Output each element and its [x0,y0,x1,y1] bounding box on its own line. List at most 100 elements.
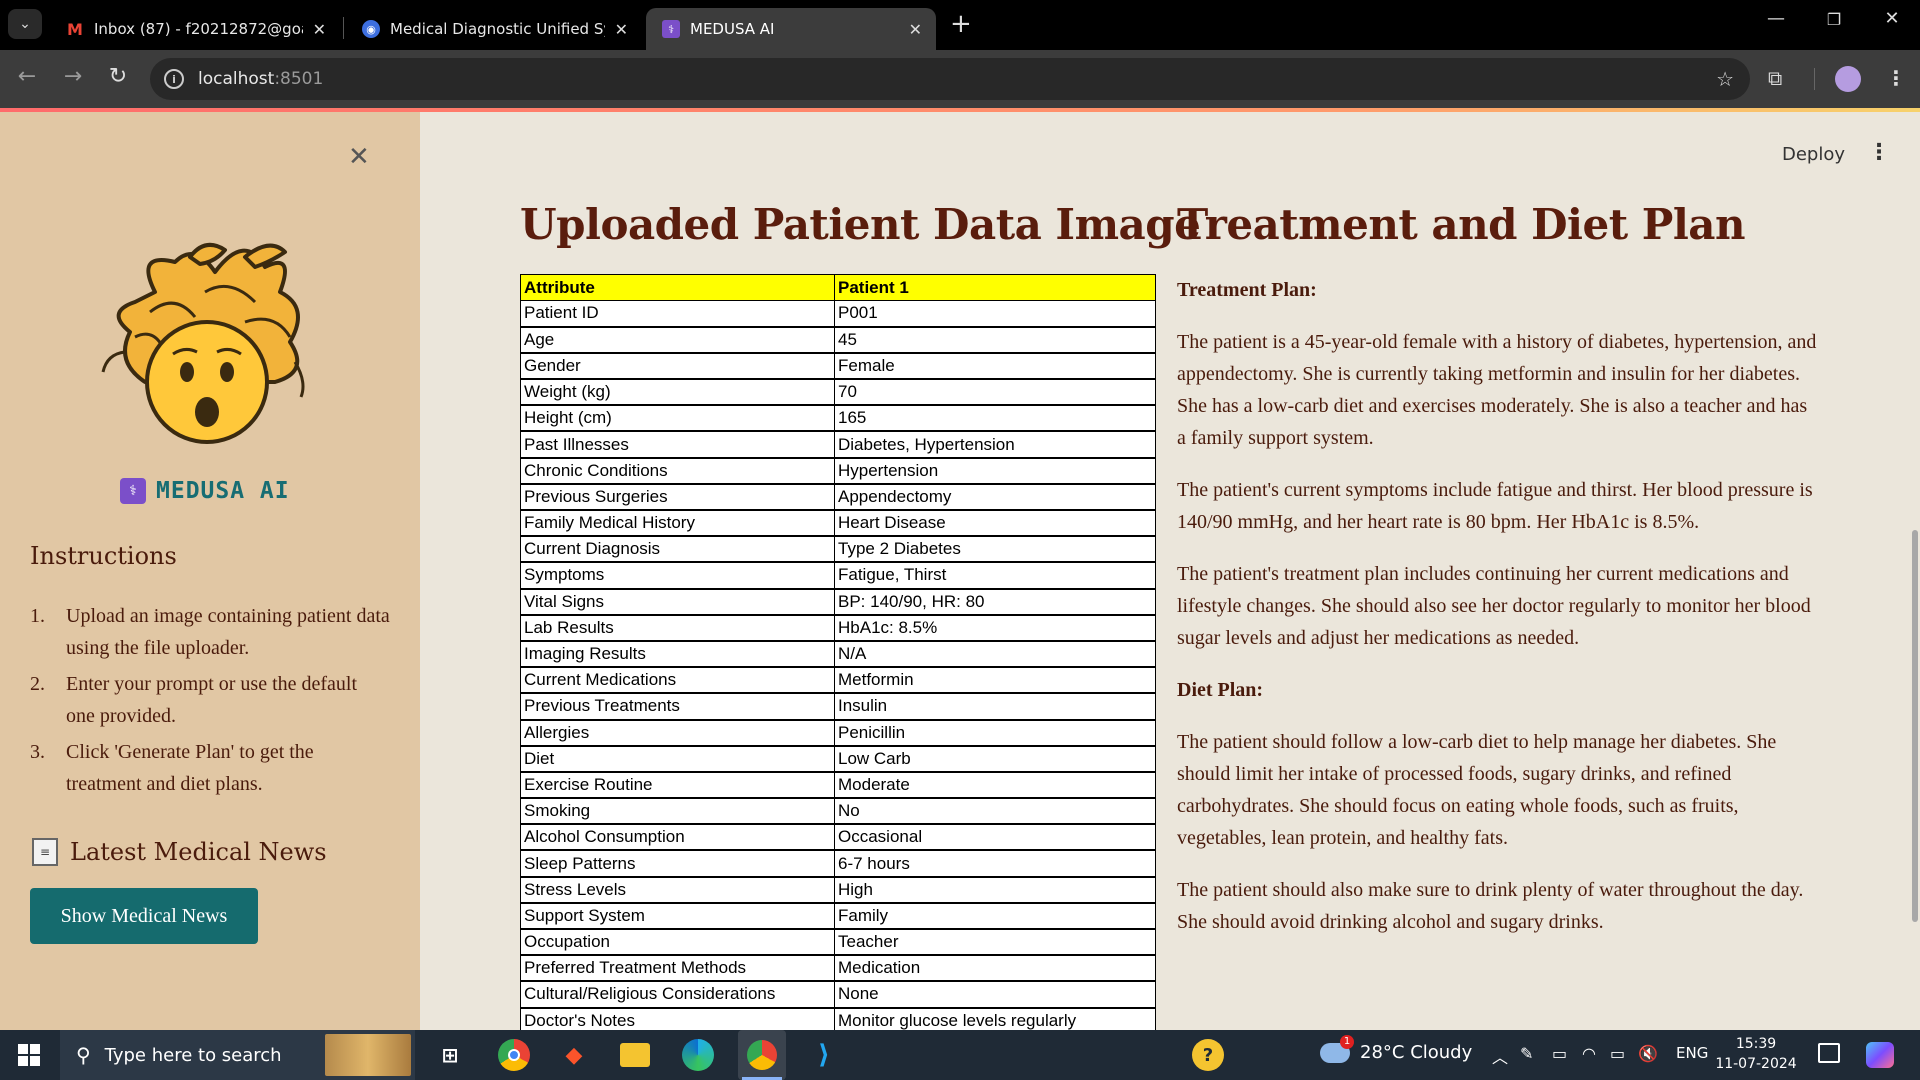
value-cell: 70 [834,379,1156,407]
table-row: Previous Surgeries Appendectomy [520,483,1156,512]
attribute-cell: Stress Levels [520,876,835,904]
language-indicator[interactable]: ENG [1676,1044,1708,1062]
table-row: Chronic Conditions Hypertension [520,457,1156,485]
forward-icon[interactable]: → [58,64,88,89]
tab-close-icon[interactable]: ✕ [909,20,922,39]
task-view-icon[interactable]: ⊞ [434,1039,466,1071]
bookmark-star-icon[interactable]: ☆ [1716,67,1734,91]
attribute-cell: Diet [520,745,835,773]
treatment-paragraph: The patient's treatment plan includes co… [1177,563,1811,649]
tab-close-icon[interactable]: ✕ [313,20,326,39]
profile-avatar[interactable] [1835,66,1861,92]
tab-close-icon[interactable]: ✕ [615,20,628,39]
reload-icon[interactable]: ↻ [103,64,133,89]
brand-name: MEDUSA AI [156,478,290,504]
brave-icon[interactable]: ◆ [558,1039,590,1071]
table-body: Patient ID P001 Age 45 Gender Female Weight (k… [520,300,1156,1030]
volume-muted-icon[interactable]: 🔇 [1638,1044,1658,1063]
instruction-text: Click 'Generate Plan' to get the treatme… [66,741,314,795]
attribute-cell: Support System [520,902,835,931]
value-cell: P001 [834,300,1156,328]
main-content: Deploy ⋮ Uploaded Patient Data Image Tre… [420,112,1920,1030]
table-row: Lab Results HbA1c: 8.5% [520,614,1156,642]
edge-icon[interactable] [682,1039,714,1071]
value-cell: N/A [834,640,1156,669]
tab-separator [343,17,344,39]
copilot-icon[interactable] [1866,1042,1894,1068]
extensions-icon[interactable]: ⧉ [1768,66,1782,90]
browser-menu-icon[interactable]: ⋮ [1886,66,1906,90]
vscode-icon[interactable]: ⟩ [808,1039,840,1071]
table-row: Current Diagnosis Type 2 Diabetes [520,536,1156,564]
url-text[interactable]: localhost:8501 [198,69,323,89]
restore-icon[interactable]: ❐ [1814,10,1854,29]
show-medical-news-button[interactable]: Show Medical News [30,888,258,944]
toolbar-divider [1814,68,1815,90]
weather-badge: 1 [1340,1034,1354,1049]
windows-taskbar: ⚲ Type here to search ⊞ ◆ ⟩ ? 1 28°C Clo… [0,1030,1920,1080]
windows-start-icon[interactable] [18,1044,40,1066]
tab-medusa-ai[interactable]: ⚕ MEDUSA AI ✕ [646,8,936,50]
minimize-icon[interactable]: — [1756,8,1796,29]
tray-chevron-icon[interactable]: ︿ [1492,1044,1508,1068]
medusa-logo [101,242,305,444]
gmail-icon: M [67,19,83,39]
weather-widget[interactable]: 1 28°C Cloudy [1320,1034,1472,1063]
sidebar-close-icon[interactable]: ✕ [348,142,370,172]
attribute-cell: Preferred Treatment Methods [520,955,835,983]
chrome-profile-icon[interactable] [738,1030,786,1080]
table-row: Support System Family [520,902,1156,931]
value-cell: Low Carb [834,745,1156,773]
main-menu-icon[interactable]: ⋮ [1868,140,1890,165]
value-cell: High [834,876,1156,904]
column-header-attribute: Attribute [520,274,835,301]
tab-medical-diagnostic[interactable]: ◉ Medical Diagnostic Unified Syst ✕ [346,8,642,50]
tab-search-button[interactable]: ⌄ [8,9,42,39]
news-heading: ≡ Latest Medical News [32,838,327,866]
table-row: Patient ID P001 [520,300,1156,328]
diet-paragraph: The patient should also make sure to dri… [1177,879,1804,933]
attribute-cell: Sleep Patterns [520,850,835,878]
tab-gmail[interactable]: M Inbox (87) - f20212872@goa.bits ✕ [50,8,340,50]
table-row: Cultural/Religious Considerations None [520,981,1156,1009]
table-row: Allergies Penicillin [520,719,1156,747]
instruction-item: 2. Enter your prompt or use the default o… [30,668,390,732]
table-row: Diet Low Carb [520,745,1156,773]
file-explorer-icon[interactable] [620,1043,650,1067]
pen-icon[interactable]: ✎ [1520,1044,1533,1063]
help-icon[interactable]: ? [1192,1039,1224,1071]
table-row: Previous Treatments Insulin [520,693,1156,721]
clock[interactable]: 15:39 11-07-2024 [1714,1034,1798,1074]
value-cell: BP: 140/90, HR: 80 [834,588,1156,616]
taskbar-search[interactable]: ⚲ Type here to search [60,1030,415,1080]
meet-icon[interactable]: ▭ [1552,1044,1567,1063]
notifications-icon[interactable] [1818,1043,1840,1063]
deploy-button[interactable]: Deploy [1782,144,1845,165]
attribute-cell: Family Medical History [520,510,835,538]
wifi-icon[interactable]: ◠ [1582,1044,1596,1063]
value-cell: None [834,981,1156,1009]
value-cell: Female [834,352,1156,381]
medusa-favicon: ⚕ [662,20,680,38]
address-toolbar: ← → ↻ i localhost:8501 ☆ ⧉ ⋮ [0,50,1920,108]
attribute-cell: Gender [520,352,835,381]
main-scrollbar[interactable] [1912,530,1918,922]
tab-title: Medical Diagnostic Unified Syst [390,20,605,38]
cloud-icon: 1 [1320,1034,1354,1063]
chrome-icon[interactable] [498,1039,530,1071]
attribute-cell: Doctor's Notes [520,1007,835,1030]
value-cell: 45 [834,326,1156,354]
new-tab-button[interactable]: + [950,10,972,38]
url-port: :8501 [274,69,324,89]
brand: ⚕ MEDUSA AI [120,478,290,504]
table-row: Imaging Results N/A [520,640,1156,669]
address-bar[interactable]: i localhost:8501 ☆ [150,58,1750,100]
value-cell: Moderate [834,771,1156,800]
value-cell: HbA1c: 8.5% [834,614,1156,642]
back-icon[interactable]: ← [12,64,42,89]
table-row: Weight (kg) 70 [520,379,1156,407]
site-info-icon[interactable]: i [164,69,184,89]
battery-icon[interactable]: ▭ [1610,1044,1625,1063]
window-close-icon[interactable]: ✕ [1872,8,1912,29]
table-row: Occupation Teacher [520,929,1156,957]
